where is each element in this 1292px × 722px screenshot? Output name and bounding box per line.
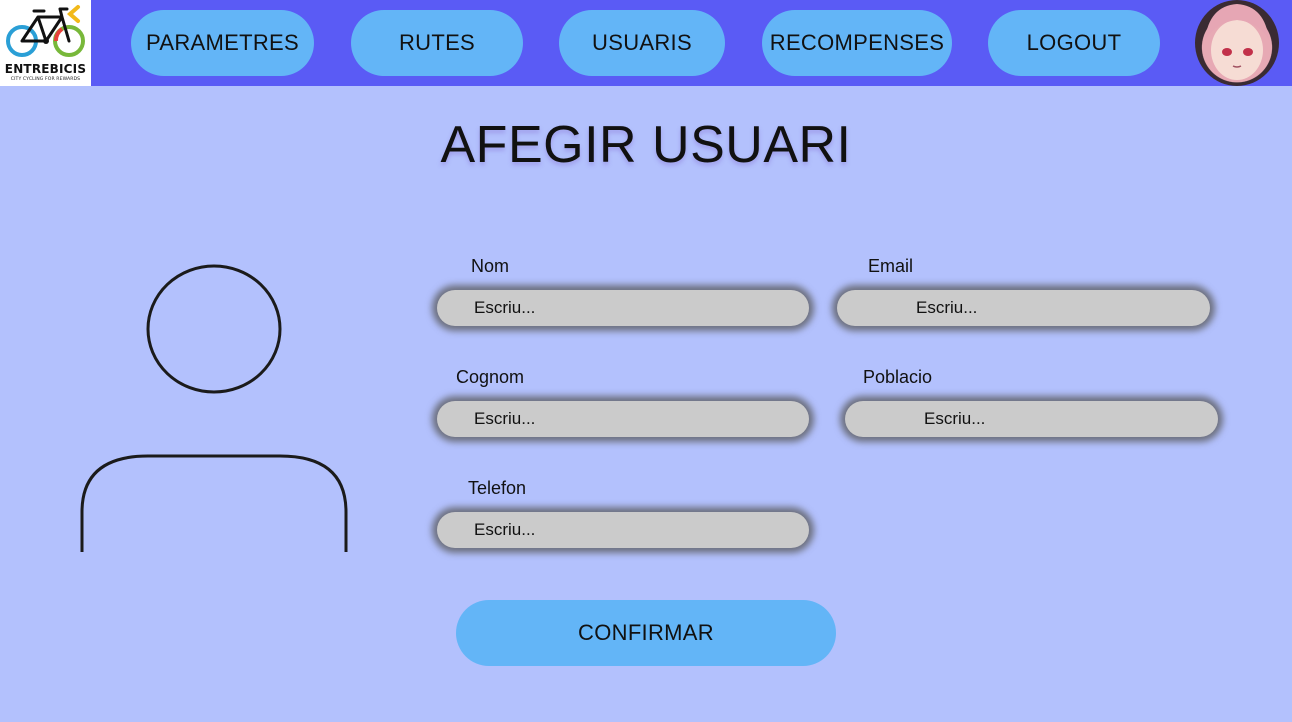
email-label: Email — [868, 256, 914, 276]
top-navigation-bar: ENTREBICIS CITY CYCLING FOR REWARDS PARA… — [0, 0, 1292, 86]
nav-parametres-button[interactable]: PARAMETRES — [131, 10, 314, 76]
telefon-label: Telefon — [468, 478, 527, 498]
email-field[interactable] — [837, 290, 1210, 326]
nom-field[interactable] — [437, 290, 809, 326]
cognom-label: Cognom — [456, 367, 525, 387]
app-logo[interactable]: ENTREBICIS CITY CYCLING FOR REWARDS — [0, 0, 91, 86]
nav-recompenses-button[interactable]: RECOMPENSES — [762, 10, 952, 76]
page-title: AFEGIR USUARI — [440, 116, 852, 174]
brand-tagline: CITY CYCLING FOR REWARDS — [10, 77, 81, 82]
cognom-field[interactable] — [437, 401, 809, 437]
avatar[interactable] — [1195, 0, 1279, 86]
nav-logout-button[interactable]: LOGOUT — [988, 10, 1160, 76]
user-silhouette-icon — [80, 264, 348, 552]
brand-name: ENTREBICIS — [4, 62, 87, 76]
bicycle-icon — [6, 5, 85, 57]
poblacio-field[interactable] — [845, 401, 1218, 437]
poblacio-label: Poblacio — [863, 367, 933, 387]
avatar-image — [1205, 4, 1269, 80]
telefon-field[interactable] — [437, 512, 809, 548]
nav-usuaris-button[interactable]: USUARIS — [559, 10, 725, 76]
nav-rutes-button[interactable]: RUTES — [351, 10, 523, 76]
confirm-button[interactable]: CONFIRMAR — [456, 600, 836, 666]
nom-label: Nom — [471, 256, 510, 276]
